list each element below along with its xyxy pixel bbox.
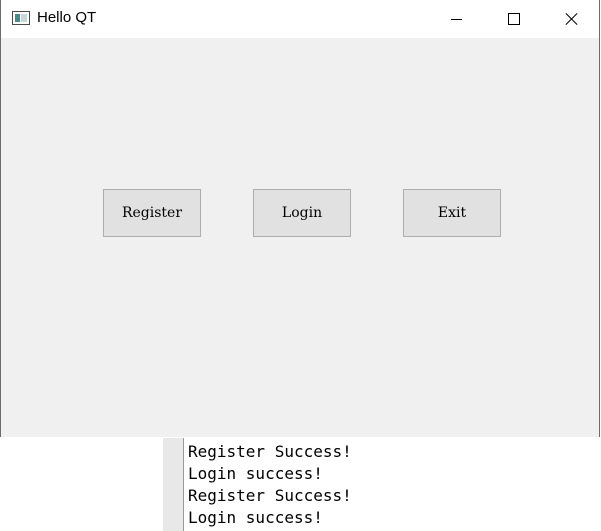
console-line: Login success!: [188, 464, 323, 483]
minimize-icon: [450, 18, 462, 20]
register-button[interactable]: Register: [103, 189, 201, 237]
close-icon: [565, 12, 579, 26]
title-bar[interactable]: Hello QT: [1, 0, 599, 38]
console-output: Register Success! Login success! Registe…: [184, 438, 601, 531]
exit-button[interactable]: Exit: [403, 189, 501, 237]
console-line: Register Success!: [188, 442, 352, 461]
maximize-button[interactable]: [485, 0, 543, 38]
console-line: Register Success!: [188, 486, 352, 505]
window-title: Hello QT: [37, 9, 97, 26]
console-gutter: [163, 438, 184, 531]
qt-app-window-icon: [12, 11, 30, 25]
close-button[interactable]: [543, 0, 601, 38]
minimize-button[interactable]: [427, 0, 485, 38]
hello-qt-window: Hello QT Register Login Exit: [0, 0, 600, 437]
window-client-area: Register Login Exit: [1, 38, 599, 437]
login-button[interactable]: Login: [253, 189, 351, 237]
maximize-icon: [508, 13, 520, 25]
console-line: Login success!: [188, 508, 323, 527]
